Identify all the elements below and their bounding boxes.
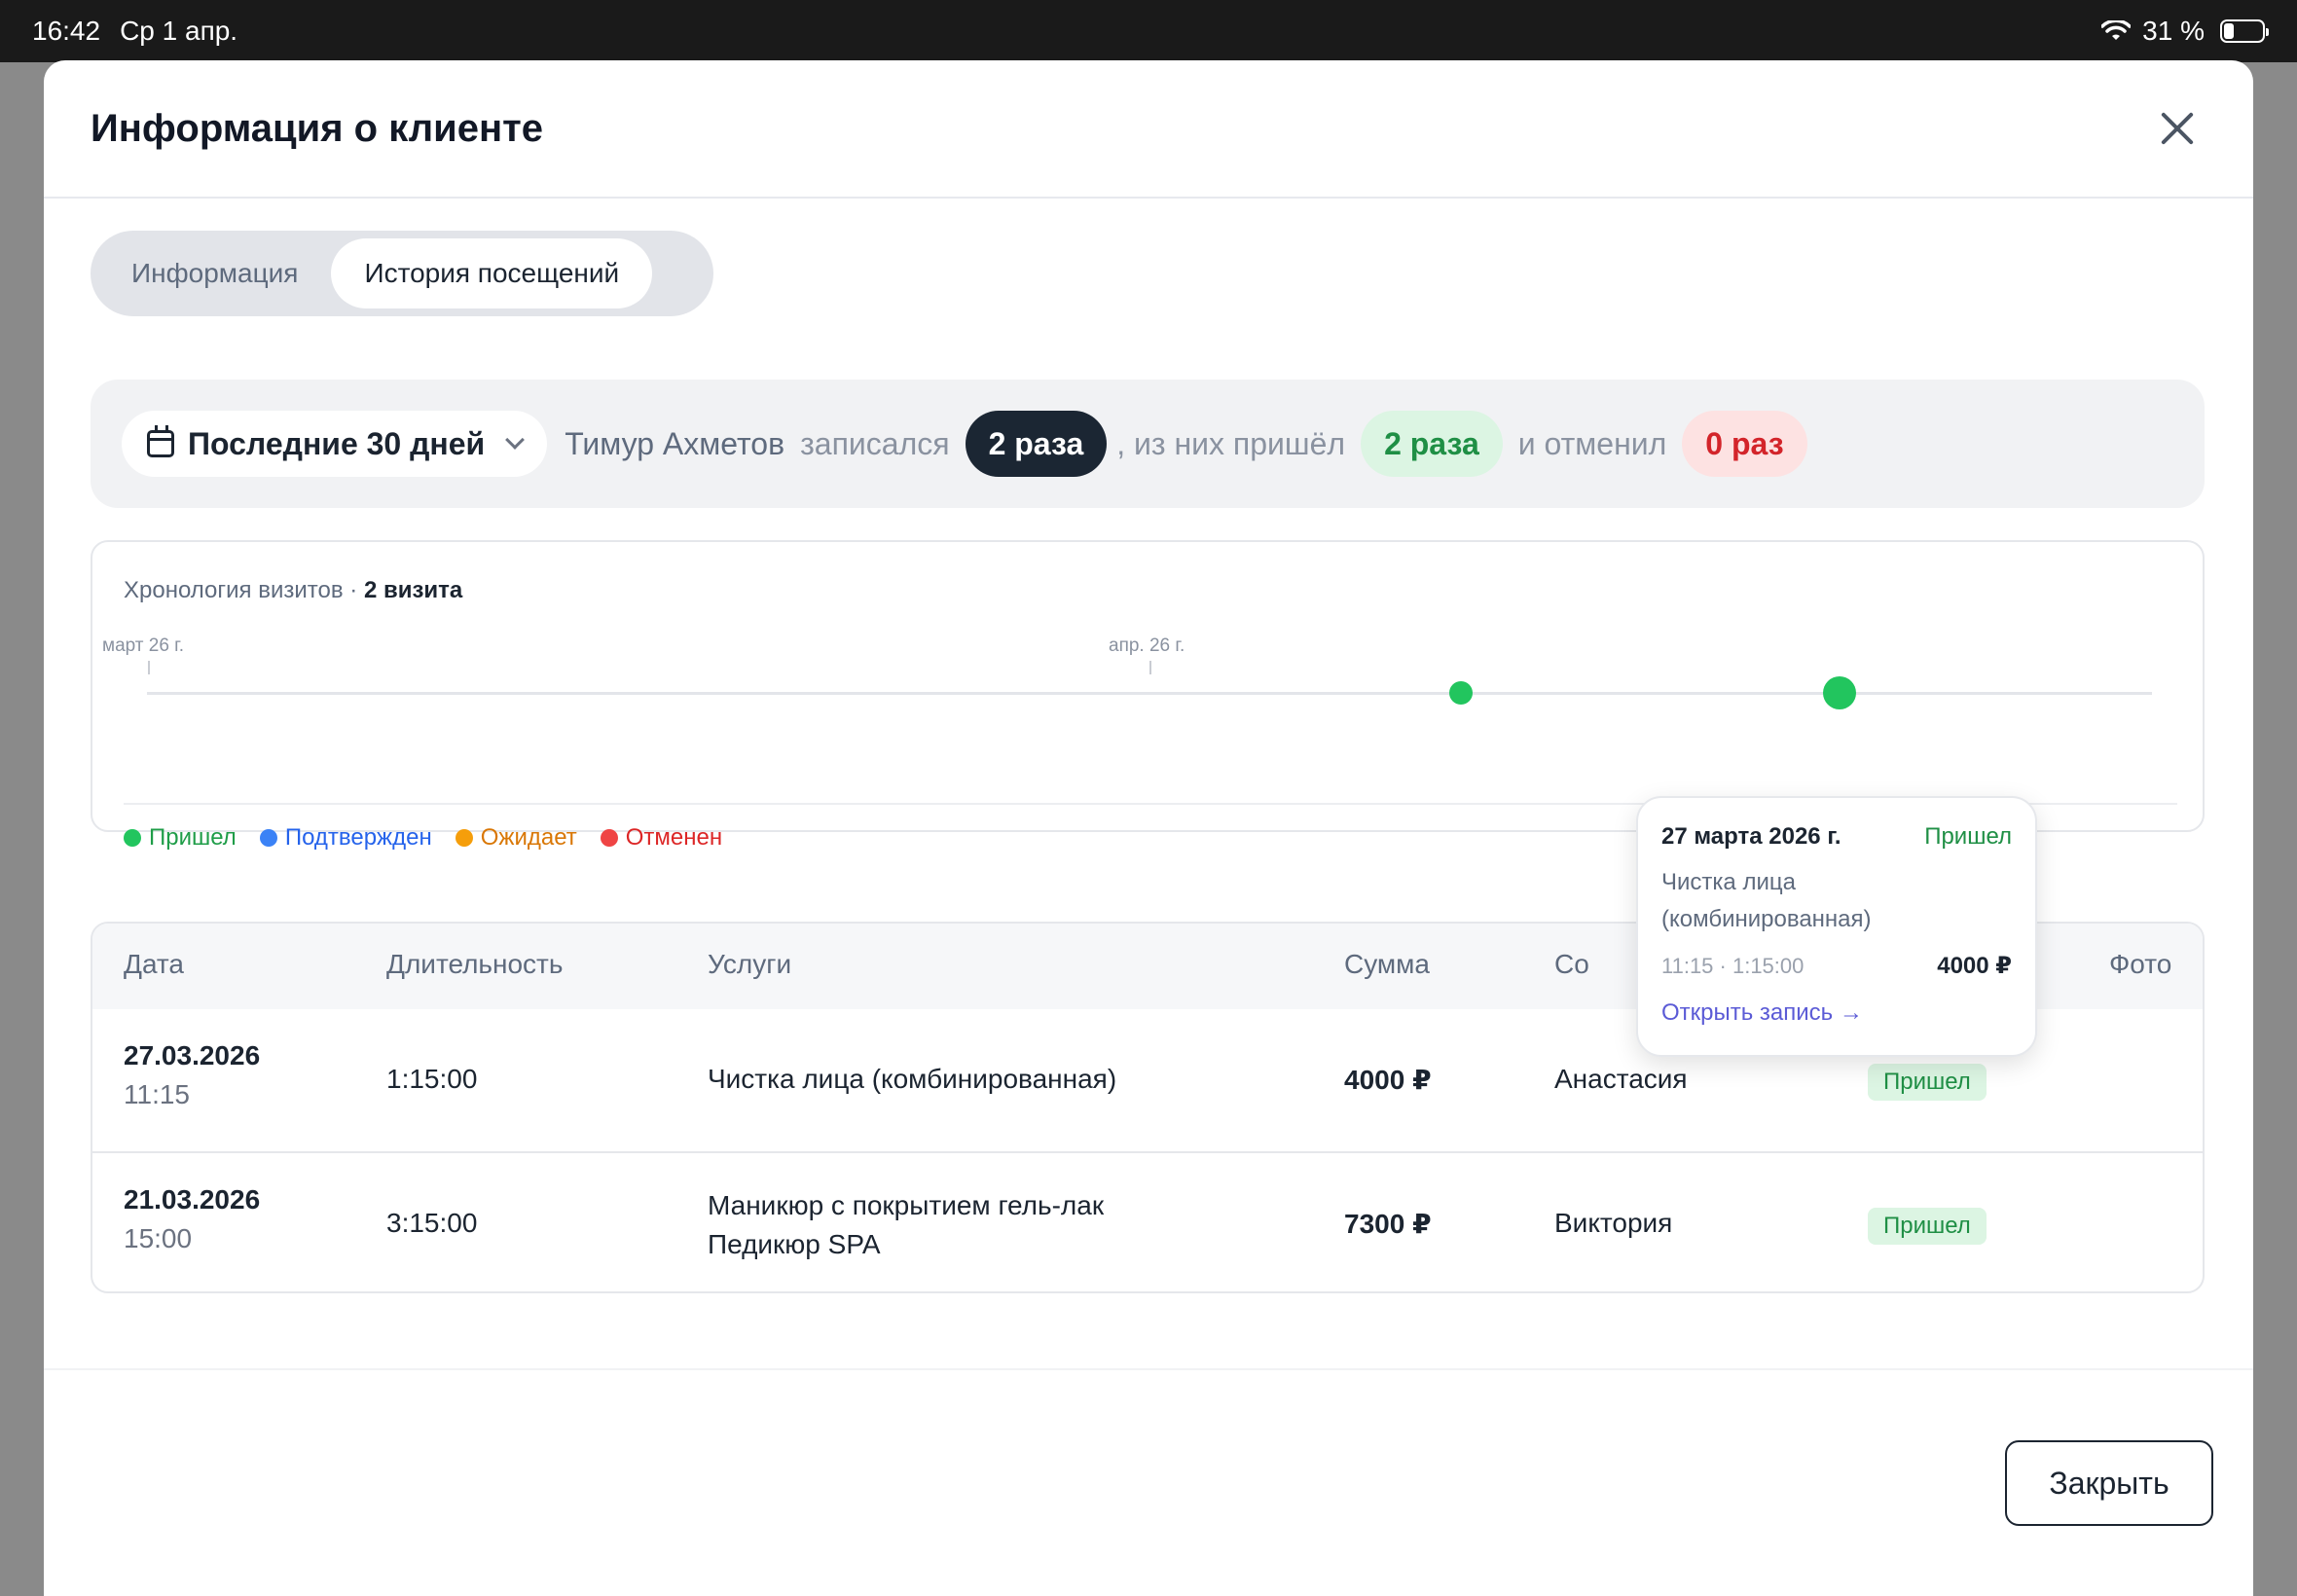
status-badge: Пришел (1868, 1064, 1987, 1101)
battery-icon (2220, 19, 2269, 43)
row-duration: 1:15:00 (386, 1064, 478, 1094)
legend-dot (124, 829, 141, 847)
footer-divider (44, 1368, 2253, 1370)
booked-count-badge: 2 раза (965, 411, 1108, 477)
status-badge: Пришел (1868, 1208, 1987, 1245)
modal-header: Информация о клиенте (44, 60, 2253, 199)
legend-item-pending: Ожидает (455, 824, 577, 852)
popover-service: Чистка лица (комбинированная) (1661, 869, 1872, 932)
timeline-count: 2 визита (363, 577, 463, 603)
client-name: Тимур Ахметов (565, 425, 785, 461)
client-info-modal: Информация о клиенте Информация История … (44, 60, 2253, 1596)
visit-popover: 27 марта 2026 г. Пришел Чистка лица (ком… (1636, 796, 2037, 1057)
row-date: 21.03.2026 15:00 (124, 1184, 261, 1253)
timeline-tick-mark (148, 661, 150, 674)
row-sum: 4000 ₽ (1344, 1065, 1432, 1095)
col-photo: Фото (2109, 949, 2172, 979)
legend-item-came: Пришел (124, 824, 237, 852)
row-service: Педикюр SPA (708, 1229, 881, 1259)
row-time: 15:00 (124, 1223, 193, 1253)
status-date: Ср 1 апр. (120, 16, 238, 46)
popover-time: 11:15 · 1:15:00 (1661, 953, 1805, 978)
row-staff: Виктория (1554, 1208, 1673, 1238)
calendar-icon (147, 425, 174, 457)
legend-item-cancelled: Отменен (600, 824, 722, 852)
timeline-tick-march: март 26 г. (102, 635, 185, 656)
timeline-title: Хронология визитов · 2 визита (124, 577, 463, 603)
table-row[interactable]: 21.03.2026 15:00 3:15:00 Маникюр с покры… (92, 1151, 2203, 1291)
summary-came-text: , из них пришёл (1116, 425, 1346, 461)
timeline-tick-april: апр. 26 г. (1109, 635, 1185, 656)
col-services: Услуги (708, 949, 792, 979)
period-label: Последние 30 дней (188, 425, 486, 461)
close-button[interactable]: Закрыть (2005, 1440, 2213, 1526)
status-bar: 16:42 Ср 1 апр. 31 % (0, 0, 2297, 62)
col-duration: Длительность (386, 949, 564, 979)
visit-timeline: Хронология визитов · 2 визита март 26 г.… (91, 540, 2205, 851)
legend-dot (600, 829, 618, 847)
row-sum: 7300 ₽ (1344, 1209, 1432, 1239)
row-services: Маникюр с покрытием гель-лак Педикюр SPA (708, 1186, 1104, 1264)
tab-switcher: Информация История посещений (91, 231, 713, 316)
row-duration: 3:15:00 (386, 1208, 478, 1238)
modal-title: Информация о клиенте (91, 106, 543, 150)
cancelled-count-badge: 0 раз (1682, 411, 1807, 477)
period-select[interactable]: Последние 30 дней (122, 411, 548, 477)
battery-percent: 31 % (2142, 16, 2205, 46)
row-time: 11:15 (124, 1079, 190, 1109)
tab-visit-history[interactable]: История посещений (331, 238, 653, 308)
tab-info[interactable]: Информация (98, 238, 331, 308)
summary-booked-text: записался (800, 425, 950, 461)
open-record-link[interactable]: Открыть запись → (1661, 999, 2012, 1027)
timeline-legend: Пришел Подтвержден Ожидает Отменен (124, 824, 722, 852)
row-staff: Анастасия (1554, 1064, 1688, 1094)
visit-summary: Последние 30 дней Тимур Ахметов записалс… (91, 380, 2205, 508)
close-icon[interactable] (2154, 105, 2201, 152)
summary-cancelled-text: и отменил (1517, 425, 1667, 461)
came-count-badge: 2 раза (1361, 411, 1503, 477)
wifi-icon (2101, 20, 2132, 40)
row-service: Чистка лица (комбинированная) (708, 1064, 1117, 1094)
row-service: Маникюр с покрытием гель-лак (708, 1190, 1105, 1220)
col-staff: Со (1554, 949, 1589, 979)
row-date: 27.03.2026 11:15 (124, 1040, 261, 1109)
timeline-visit-dot-selected[interactable] (1823, 676, 1856, 709)
popover-status: Пришел (1924, 823, 2012, 850)
chevron-down-icon (505, 430, 526, 450)
status-time: 16:42 (32, 16, 101, 46)
legend-item-confirmed: Подтвержден (259, 824, 432, 852)
legend-dot (259, 829, 277, 847)
timeline-tick-mark (1149, 661, 1151, 674)
legend-dot (455, 829, 473, 847)
timeline-visit-dot[interactable] (1449, 681, 1473, 705)
popover-sum: 4000 ₽ (1937, 953, 2012, 979)
col-date: Дата (124, 949, 185, 979)
popover-date: 27 марта 2026 г. (1661, 823, 1841, 850)
col-sum: Сумма (1344, 949, 1430, 979)
